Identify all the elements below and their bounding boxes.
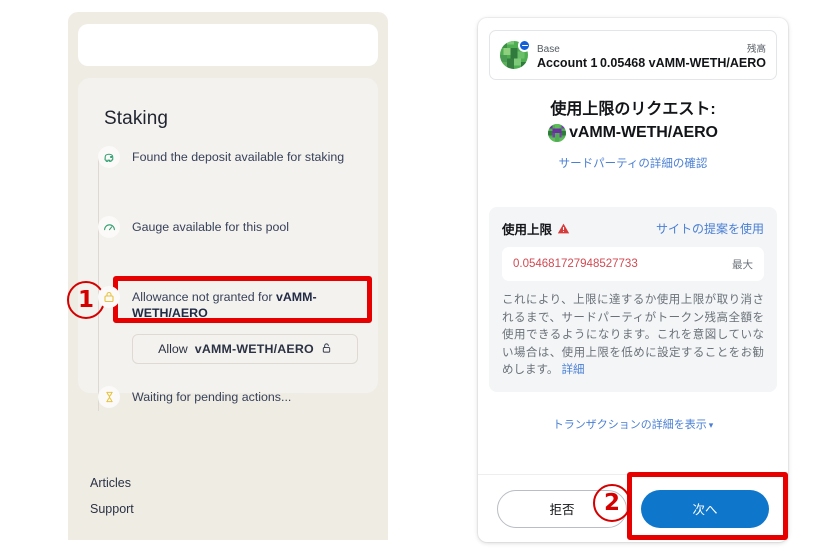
step-gap	[98, 188, 360, 216]
deposit-icon	[98, 146, 120, 168]
request-token-row: vAMM-WETH/AERO	[478, 124, 788, 142]
spending-cap-label: 使用上限	[502, 223, 553, 237]
next-button[interactable]: 次へ	[641, 489, 769, 528]
account-balance-label: 残高	[746, 43, 766, 55]
account-balance-value: 0.05468 vAMM-WETH/AERO	[599, 55, 766, 70]
screenshot-root: Staking Found the deposit available for …	[0, 0, 840, 560]
staking-step-label-text: Allowance not granted for	[132, 290, 276, 304]
staking-step-allowance: Allowance not granted for vAMM-WETH/AERO	[98, 286, 360, 328]
dapp-panel: Staking Found the deposit available for …	[68, 12, 388, 540]
allow-token-button[interactable]: Allow vAMM-WETH/AERO	[132, 334, 358, 364]
wallet-popup: Base 残高 Account 1 0.05468 vAMM-WETH/AERO…	[478, 18, 788, 542]
staking-step-label: Found the deposit available for staking	[132, 150, 345, 164]
staking-step-pending: Waiting for pending actions...	[98, 386, 360, 428]
spending-cap-max-button[interactable]: 最大	[732, 257, 753, 272]
staking-step-label: Gauge available for this pool	[132, 220, 290, 234]
unlock-icon	[321, 342, 332, 357]
account-card[interactable]: Base 残高 Account 1 0.05468 vAMM-WETH/AERO	[489, 30, 777, 80]
transaction-details-toggle[interactable]: トランザクションの詳細を表示 ▾	[478, 416, 788, 432]
staking-card: Staking Found the deposit available for …	[78, 78, 378, 411]
spending-cap-details-link[interactable]: 詳細	[562, 364, 585, 376]
use-site-suggestion-button[interactable]: サイトの提案を使用	[656, 220, 764, 237]
staking-step-label: Waiting for pending actions...	[132, 390, 292, 404]
wallet-footer: 拒否 次へ	[478, 474, 788, 542]
third-party-details-link[interactable]: サードパーティの詳細の確認	[478, 155, 788, 171]
warning-triangle-icon	[557, 223, 570, 234]
token-identicon	[548, 124, 567, 142]
spending-cap-description-text: これにより、上限に達するか使用上限が取り消されるまで、サードパーティがトークン残…	[502, 294, 764, 376]
link-support[interactable]: Support	[90, 496, 134, 522]
account-info: Base 残高 Account 1 0.05468 vAMM-WETH/AERO	[537, 41, 766, 70]
staking-step-deposit: Found the deposit available for staking	[98, 146, 360, 188]
spending-cap-label-group: 使用上限	[502, 219, 570, 238]
account-name: Account 1	[537, 55, 598, 70]
staking-step-gauge: Gauge available for this pool	[98, 216, 360, 258]
account-row-name: Account 1 0.05468 vAMM-WETH/AERO	[537, 56, 766, 70]
spending-cap-header: 使用上限 サイトの提案を使用	[502, 219, 764, 238]
dapp-footer-links: Articles Support	[90, 470, 134, 522]
lock-icon	[98, 286, 120, 308]
step-gap	[98, 258, 360, 286]
allow-button-prefix: Allow	[158, 342, 188, 356]
avatar	[500, 39, 531, 69]
staking-step-label: Allowance not granted for vAMM-WETH/AERO	[132, 286, 360, 321]
network-badge-icon	[518, 39, 531, 52]
allow-button-token: vAMM-WETH/AERO	[194, 342, 314, 356]
account-network-label: Base	[537, 43, 560, 55]
gauge-icon	[98, 216, 120, 238]
staking-steps-list: Found the deposit available for staking …	[98, 146, 360, 428]
transaction-details-toggle-label: トランザクションの詳細を表示	[552, 419, 707, 431]
staking-card-title: Staking	[104, 108, 169, 129]
hourglass-icon	[98, 386, 120, 408]
request-token-name: vAMM-WETH/AERO	[569, 124, 718, 141]
step-gap	[98, 364, 360, 386]
link-articles[interactable]: Articles	[90, 470, 134, 496]
dapp-top-card	[78, 24, 378, 66]
spending-cap-input[interactable]: 0.054681727948527733 最大	[502, 247, 764, 281]
account-row-network: Base 残高	[537, 41, 766, 55]
spending-cap-description: これにより、上限に達するか使用上限が取り消されるまで、サードパーティがトークン残…	[502, 292, 764, 380]
spending-cap-value: 0.054681727948527733	[513, 258, 638, 270]
chevron-down-icon: ▾	[708, 420, 714, 430]
reject-button[interactable]: 拒否	[497, 489, 627, 528]
spending-cap-section: 使用上限 サイトの提案を使用 0.054681727948527733 最大 こ…	[489, 207, 777, 392]
request-title: 使用上限のリクエスト:	[550, 101, 716, 118]
